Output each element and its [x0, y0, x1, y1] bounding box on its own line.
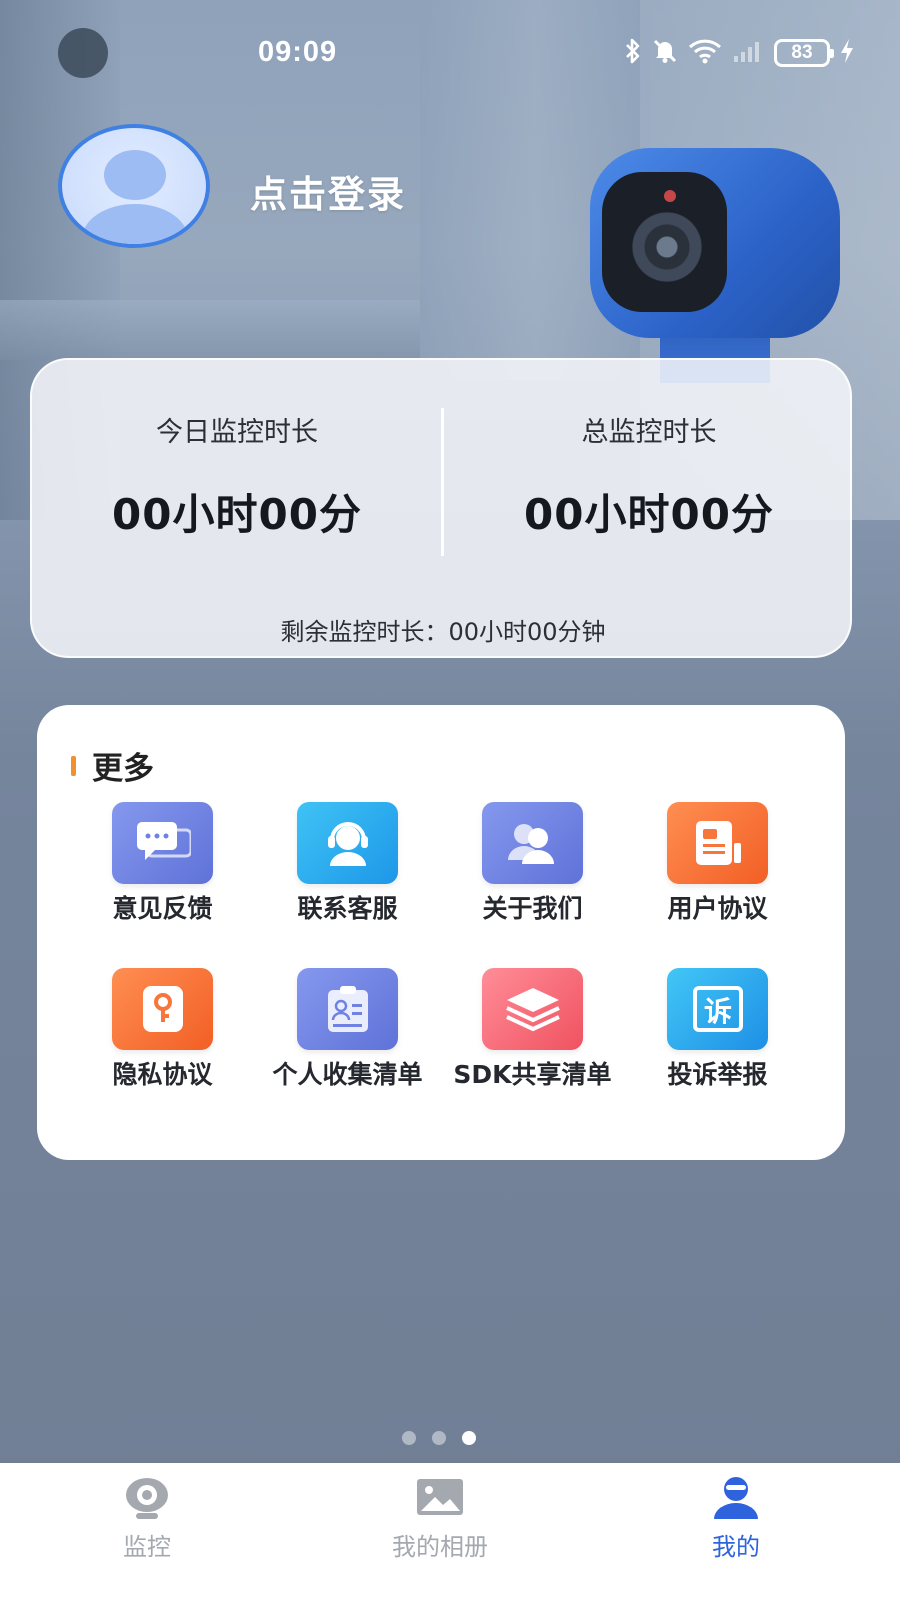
status-bar: 09:09 83 — [0, 30, 900, 78]
status-time: 09:09 — [258, 36, 338, 68]
tab-album[interactable]: 我的相册 — [340, 1475, 540, 1562]
monitor-stats-card: 今日监控时长 00小时00分 总监控时长 00小时00分 剩余监控时长：00小时… — [30, 358, 852, 658]
customer-service-icon — [297, 802, 398, 884]
feedback-icon — [112, 802, 213, 884]
complaint-button[interactable]: 诉 投诉举报 — [625, 968, 810, 1090]
login-link[interactable]: 点击登录 — [250, 164, 406, 218]
page-dot-2[interactable] — [432, 1431, 446, 1445]
sdk-list-label: SDK共享清单 — [453, 1060, 612, 1089]
camera-face — [602, 172, 727, 312]
mute-icon — [652, 38, 678, 68]
page-dot-1[interactable] — [402, 1431, 416, 1445]
about-us-icon — [482, 802, 583, 884]
personal-info-list-icon — [297, 968, 398, 1050]
user-agreement-label: 用户协议 — [667, 894, 768, 923]
privacy-icon — [112, 968, 213, 1050]
profile-icon — [711, 1475, 761, 1521]
wifi-icon — [688, 38, 722, 68]
svg-text:诉: 诉 — [703, 995, 731, 1028]
today-stat: 今日监控时长 00小时00分 — [32, 410, 442, 542]
page-dot-3[interactable] — [462, 1431, 476, 1445]
about-us-button[interactable]: 关于我们 — [440, 802, 625, 924]
status-icons: 83 — [624, 38, 854, 68]
tab-mine[interactable]: 我的 — [636, 1475, 836, 1562]
remaining-time: 剩余监控时长：00小时00分钟 — [280, 618, 606, 646]
personal-info-list-button[interactable]: 个人收集清单 — [255, 968, 440, 1090]
more-section-title: 更多 — [71, 743, 154, 788]
more-title-text: 更多 — [92, 751, 154, 787]
title-accent-bar — [71, 755, 76, 776]
avatar-head — [104, 150, 166, 200]
privacy-label: 隐私协议 — [112, 1060, 213, 1089]
camera-lens — [632, 212, 702, 282]
sdk-list-icon — [482, 968, 583, 1050]
user-agreement-icon — [667, 802, 768, 884]
user-agreement-button[interactable]: 用户协议 — [625, 802, 810, 924]
camera-body — [590, 148, 840, 338]
charging-icon — [840, 38, 854, 68]
avatar[interactable] — [58, 124, 210, 248]
avatar-body — [82, 204, 188, 244]
tab-monitor[interactable]: 监控 — [47, 1475, 247, 1562]
camera-illustration — [590, 148, 850, 383]
total-stat-label: 总监控时长 — [581, 417, 717, 448]
customer-service-label: 联系客服 — [297, 894, 398, 923]
monitor-icon — [122, 1475, 172, 1521]
bluetooth-icon — [624, 38, 642, 68]
background-shelf — [0, 300, 420, 360]
today-stat-label: 今日监控时长 — [156, 417, 318, 448]
today-stat-value: 00小时00分 — [112, 490, 362, 539]
sdk-list-button[interactable]: SDK共享清单 — [440, 968, 625, 1090]
feedback-label: 意见反馈 — [112, 894, 213, 923]
personal-info-list-label: 个人收集清单 — [272, 1060, 423, 1089]
camera-led — [664, 190, 676, 202]
tab-monitor-label: 监控 — [123, 1533, 171, 1561]
bottom-nav: 监控 我的相册 我的 — [0, 1463, 900, 1600]
tab-album-label: 我的相册 — [392, 1533, 488, 1561]
more-card: 更多 意见反馈 联系客服 关于我们 用户协议 隐私协议 个人收集清单 SDK共享… — [37, 705, 845, 1160]
complaint-label: 投诉举报 — [667, 1060, 768, 1089]
total-stat: 总监控时长 00小时00分 — [444, 410, 854, 542]
page-indicator — [402, 1431, 476, 1445]
customer-service-button[interactable]: 联系客服 — [255, 802, 440, 924]
battery-icon: 83 — [774, 39, 834, 67]
feedback-button[interactable]: 意见反馈 — [70, 802, 255, 924]
total-stat-value: 00小时00分 — [524, 490, 774, 539]
signal-icon — [732, 38, 764, 68]
album-icon — [415, 1475, 465, 1521]
privacy-button[interactable]: 隐私协议 — [70, 968, 255, 1090]
complaint-icon: 诉 — [667, 968, 768, 1050]
tab-mine-label: 我的 — [712, 1533, 760, 1561]
about-us-label: 关于我们 — [482, 894, 583, 923]
